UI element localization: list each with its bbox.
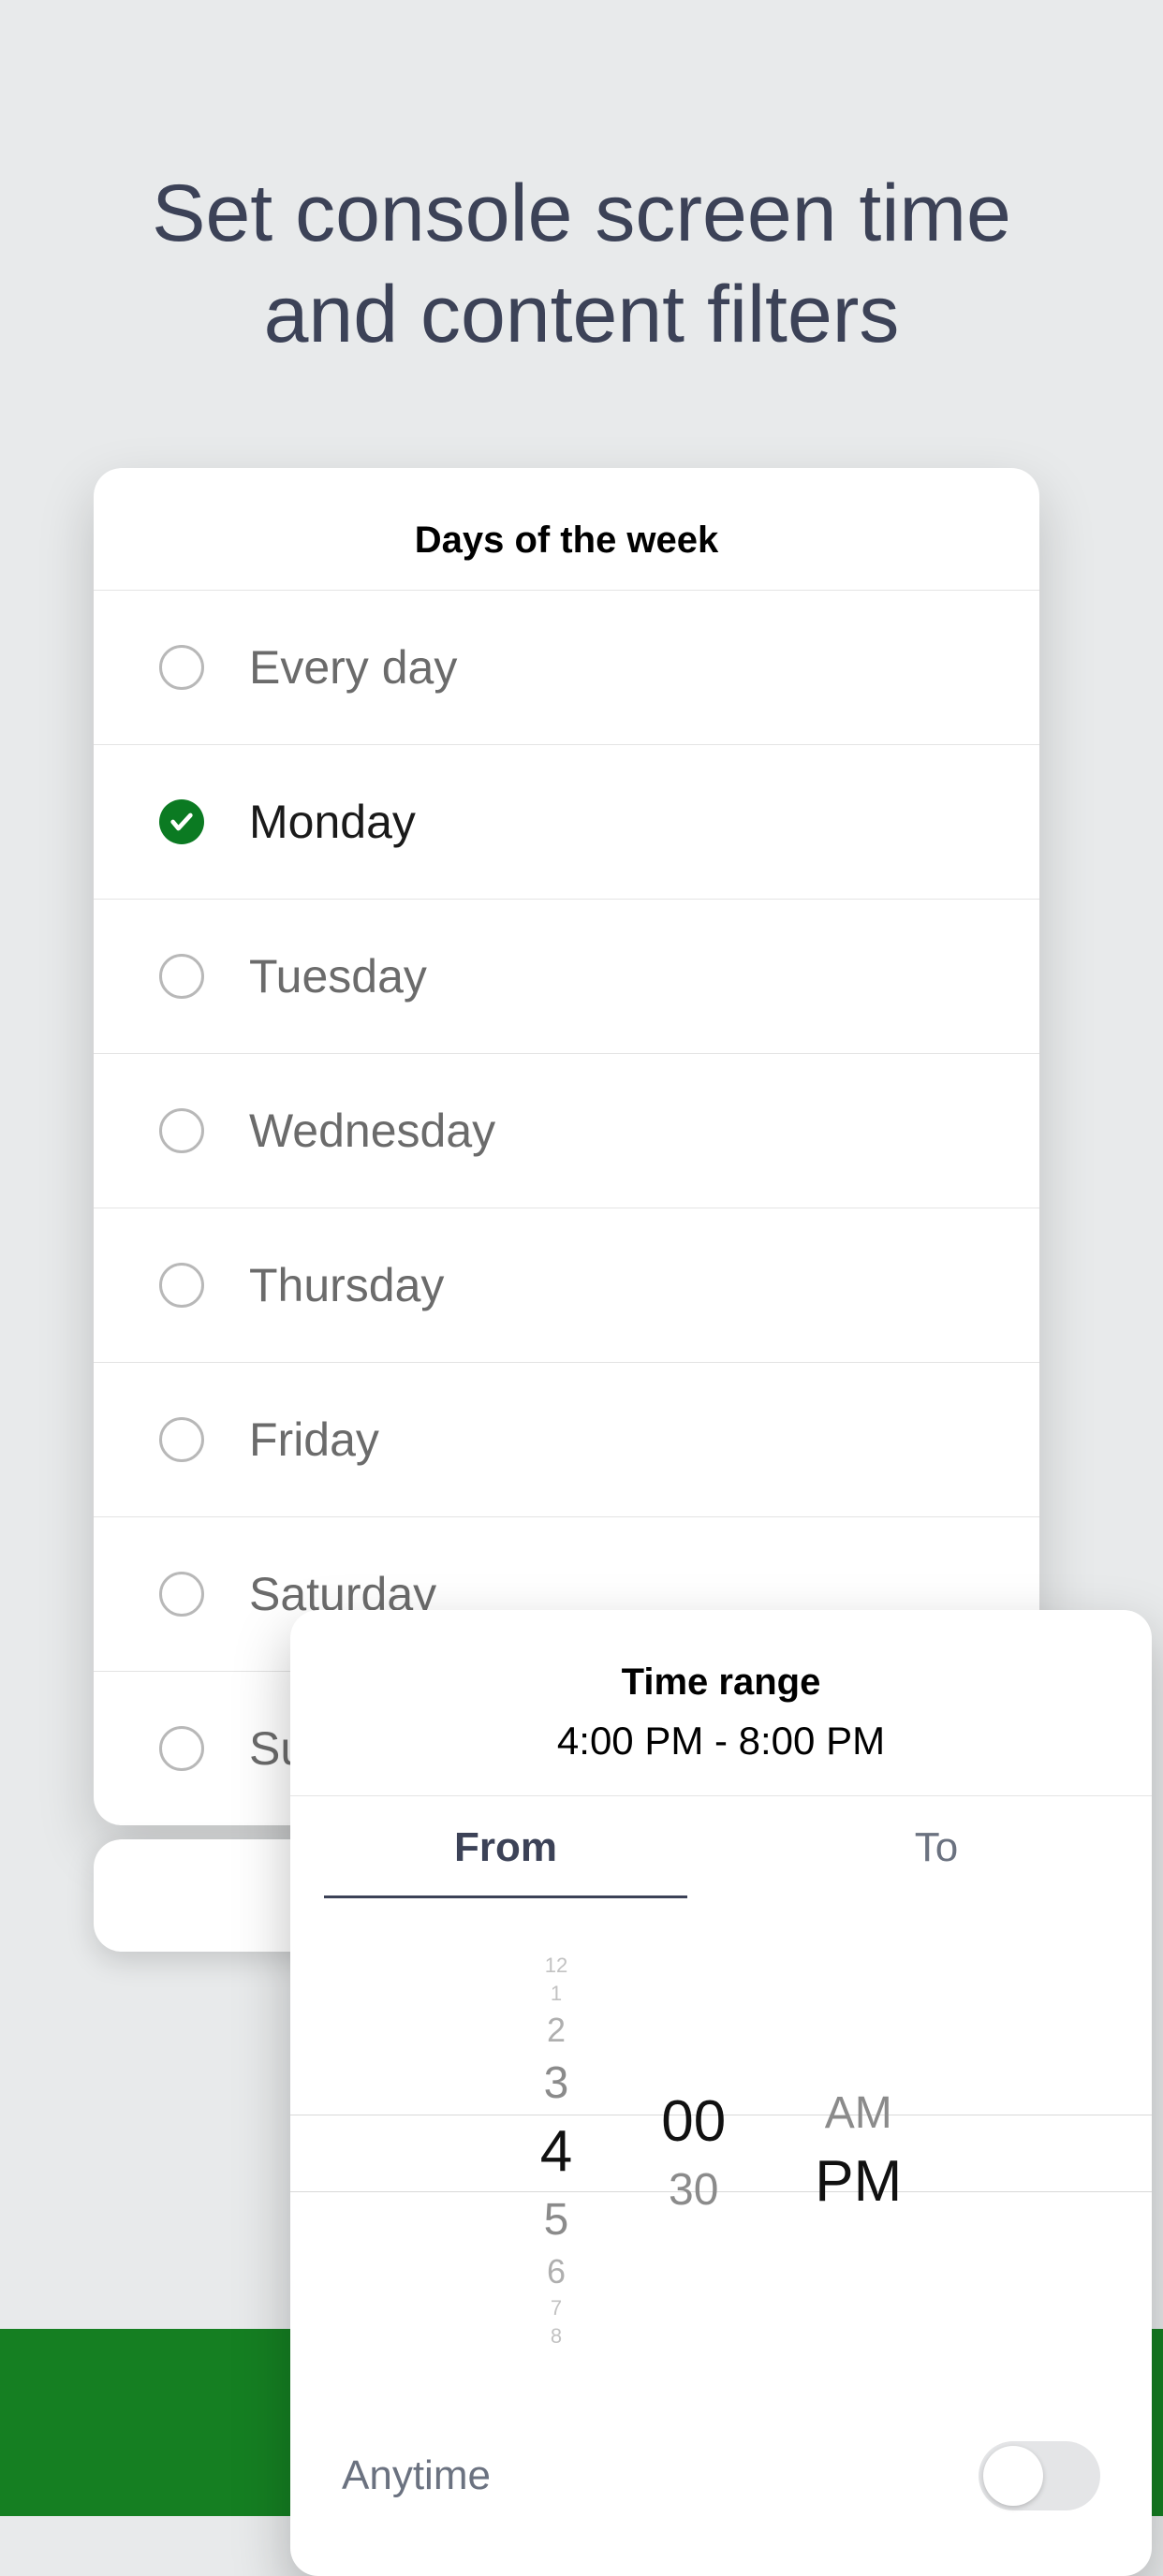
picker-hour-option: 7 (551, 2294, 562, 2322)
picker-period-selected: PM (815, 2143, 902, 2219)
anytime-label: Anytime (342, 2452, 491, 2499)
day-row-tuesday[interactable]: Tuesday (94, 899, 1039, 1053)
picker-hour-option: 1 (551, 1980, 562, 2008)
time-card-title: Time range (290, 1661, 1152, 1704)
radio-unchecked-icon (159, 954, 204, 999)
radio-unchecked-icon (159, 1726, 204, 1771)
picker-hour-option: 5 (544, 2189, 569, 2249)
radio-unchecked-icon (159, 1108, 204, 1153)
radio-unchecked-icon (159, 1263, 204, 1308)
day-label: Thursday (249, 1258, 444, 1312)
toggle-knob (983, 2446, 1043, 2506)
day-row-wednesday[interactable]: Wednesday (94, 1053, 1039, 1208)
day-label: Friday (249, 1412, 379, 1467)
picker-hour-option: 8 (551, 2322, 562, 2350)
hour-wheel[interactable]: 12 1 2 3 4 5 6 7 8 (540, 1898, 572, 2404)
picker-hour-option: 3 (544, 2053, 569, 2113)
time-picker[interactable]: 12 1 2 3 4 5 6 7 8 00 30 AM PM (290, 1898, 1152, 2404)
period-wheel[interactable]: AM PM (815, 1898, 902, 2404)
day-row-thursday[interactable]: Thursday (94, 1208, 1039, 1362)
picker-minute-option: 30 (669, 2159, 718, 2219)
picker-period-option: AM (825, 2083, 892, 2143)
anytime-toggle[interactable] (979, 2441, 1100, 2510)
radio-unchecked-icon (159, 1572, 204, 1617)
radio-unchecked-icon (159, 645, 204, 690)
days-card-title: Days of the week (94, 468, 1039, 590)
radio-checked-icon (159, 799, 204, 844)
time-range-display: 4:00 PM - 8:00 PM (290, 1719, 1152, 1795)
radio-unchecked-icon (159, 1417, 204, 1462)
day-label: Monday (249, 795, 416, 849)
day-row-friday[interactable]: Friday (94, 1362, 1039, 1516)
page-title: Set console screen time and content filt… (0, 164, 1163, 365)
picker-hour-selected: 4 (540, 2113, 572, 2189)
picker-minute-selected: 00 (661, 2083, 726, 2159)
day-label: Every day (249, 640, 457, 695)
day-label: Tuesday (249, 949, 427, 1003)
picker-hour-option: 12 (545, 1952, 567, 1980)
picker-hour-option: 6 (547, 2249, 566, 2294)
day-row-everyday[interactable]: Every day (94, 590, 1039, 744)
tab-from[interactable]: From (324, 1796, 687, 1898)
day-label: Wednesday (249, 1104, 495, 1158)
tab-to[interactable]: To (755, 1796, 1118, 1898)
time-tabs: From To (290, 1795, 1152, 1898)
time-range-card: Time range 4:00 PM - 8:00 PM From To 12 … (290, 1610, 1152, 2576)
anytime-row: Anytime (290, 2404, 1152, 2576)
picker-hour-option: 2 (547, 2008, 566, 2053)
minute-wheel[interactable]: 00 30 (661, 1898, 726, 2404)
day-row-monday[interactable]: Monday (94, 744, 1039, 899)
